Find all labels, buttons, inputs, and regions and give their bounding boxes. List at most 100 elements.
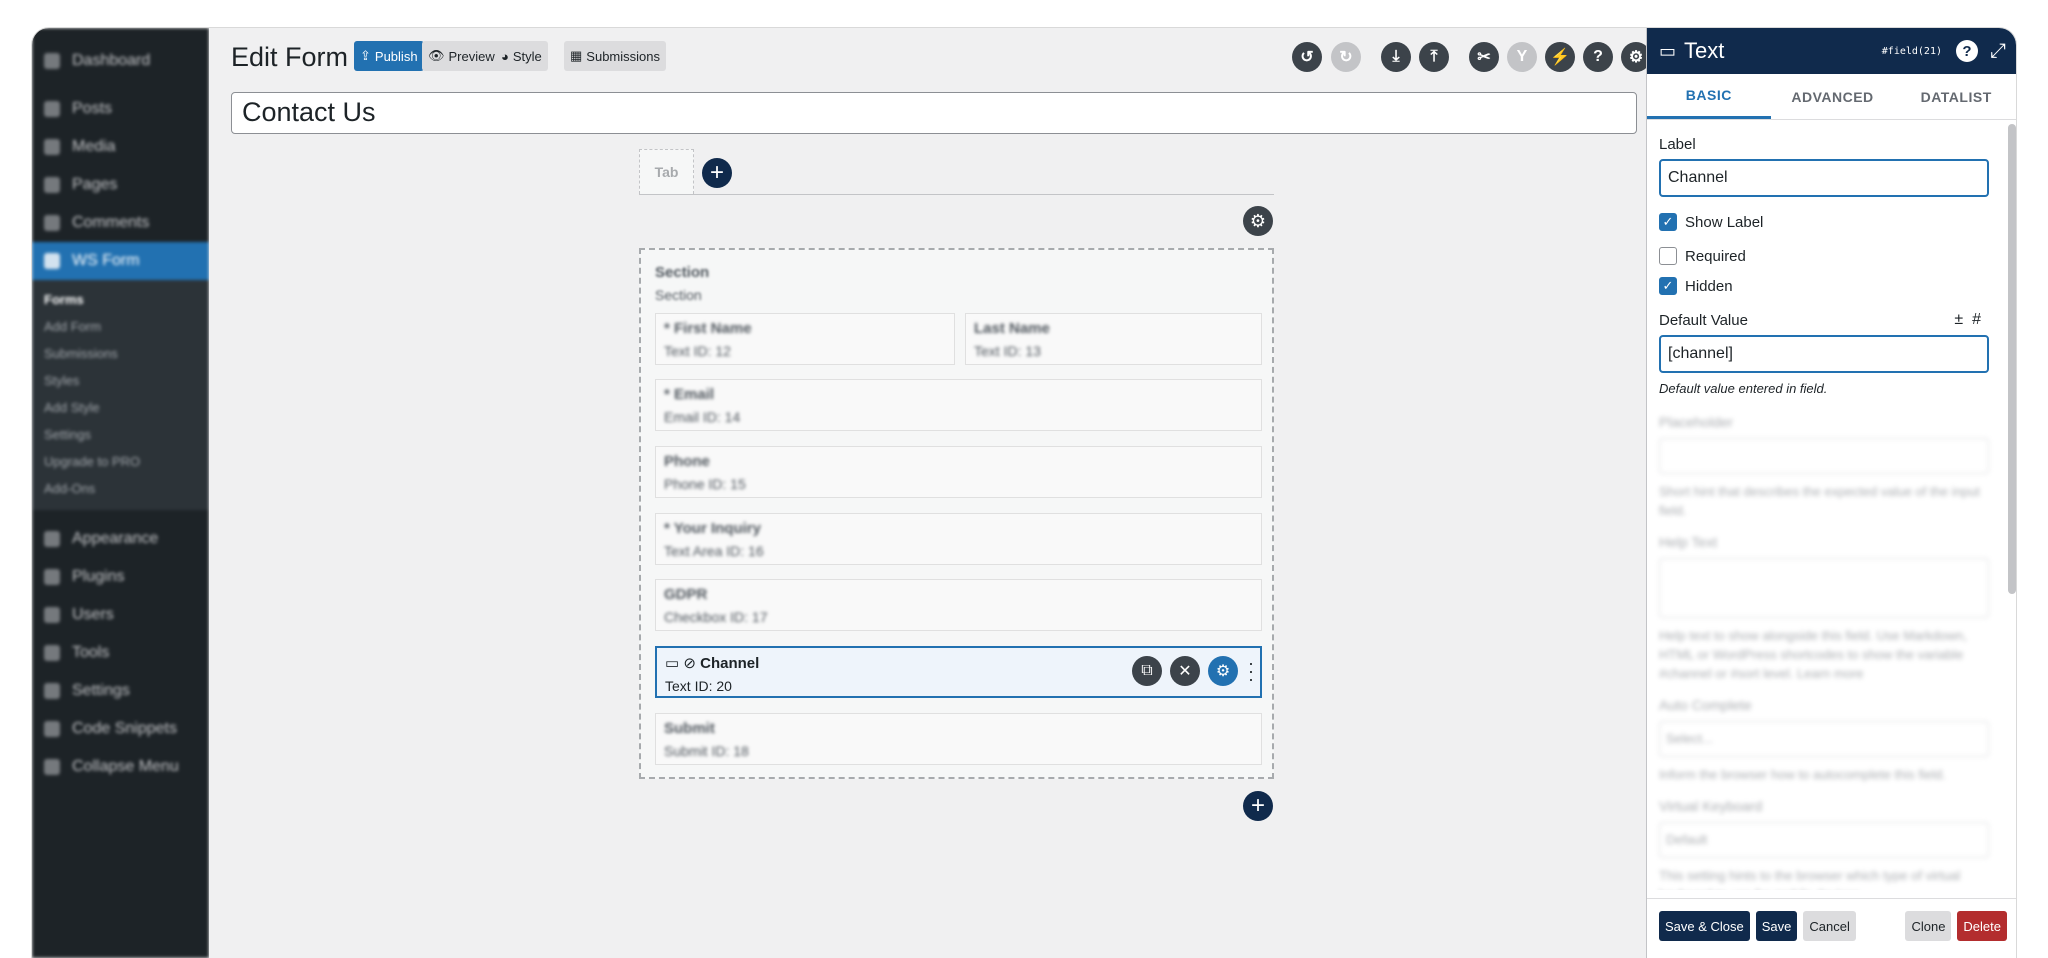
virtual-keyboard-select[interactable]: Default [1659, 822, 1989, 858]
section-settings-icon[interactable]: ⚙ [1243, 206, 1273, 236]
panel-footer: Save & Close Save Cancel Clone Delete [1647, 898, 2016, 958]
default-value-hint: Default value entered in field. [1659, 381, 1828, 396]
form-name-input[interactable]: Contact Us [231, 92, 1637, 134]
dashboard-icon [44, 53, 60, 69]
add-tab-icon[interactable]: + [702, 158, 732, 188]
menu-pages[interactable]: Pages [32, 166, 209, 204]
publish-icon: ⇪ [360, 48, 371, 63]
default-value-input[interactable]: [channel] [1659, 335, 1989, 373]
tab-basic[interactable]: BASIC [1647, 74, 1771, 119]
field-actions: ⧉ ✕ ⚙ · · · [1124, 654, 1254, 688]
field-submit[interactable]: Submit Submit ID: 18 [655, 713, 1262, 765]
submenu-submissions[interactable]: Submissions [32, 340, 209, 367]
calc-icon[interactable]: ± [1954, 311, 1963, 328]
submenu-add-form[interactable]: Add Form [32, 313, 209, 340]
drag-handle-icon[interactable]: · · · [1248, 654, 1254, 688]
label-caption: Label [1659, 136, 1696, 153]
field-settings-icon[interactable]: ⚙ [1208, 656, 1238, 686]
clone-button[interactable]: Clone [1905, 911, 1952, 941]
field-id-badge[interactable]: #field(21) [1882, 46, 1942, 57]
help-icon[interactable]: ? [1583, 42, 1613, 72]
merge-icon[interactable]: Y [1507, 42, 1537, 72]
autocomplete-select[interactable]: Select... [1659, 721, 1989, 757]
help-icon[interactable]: ? [1956, 40, 1978, 62]
panel-title: Text [1684, 38, 1725, 63]
save-button[interactable]: Save [1755, 911, 1798, 941]
browser-frame: Dashboard Posts Media Pages Comments WS … [31, 27, 2017, 958]
panel-scrollbar[interactable] [2008, 124, 2016, 594]
text-field-icon: ▭ [1659, 40, 1677, 61]
import-icon[interactable]: ⤒ [1419, 42, 1449, 72]
menu-appearance[interactable]: Appearance [32, 520, 209, 558]
field-gdpr[interactable]: GDPR Checkbox ID: 17 [655, 579, 1262, 631]
tools-icon[interactable]: ✂ [1469, 42, 1499, 72]
menu-code-snippets[interactable]: Code Snippets [32, 710, 209, 748]
menu-plugins[interactable]: Plugins [32, 558, 209, 596]
menu-media[interactable]: Media [32, 128, 209, 166]
tab-advanced[interactable]: ADVANCED [1771, 74, 1895, 119]
submenu-forms[interactable]: Forms [32, 286, 209, 313]
cancel-button[interactable]: Cancel [1803, 911, 1856, 941]
field-email[interactable]: * Email Email ID: 14 [655, 379, 1262, 431]
add-section-icon[interactable]: + [1243, 791, 1273, 821]
clone-field-icon[interactable]: ⧉ [1132, 656, 1162, 686]
save-close-button[interactable]: Save & Close [1659, 911, 1750, 941]
field-channel[interactable]: ▭ ⊘ Channel Text ID: 20 ⧉ ✕ ⚙ · · · [655, 646, 1262, 698]
style-button[interactable]: ◕ Style [495, 41, 548, 71]
field-first-name[interactable]: * First Name Text ID: 12 [655, 313, 955, 365]
wrench-icon [44, 645, 60, 661]
table-icon: ▦ [570, 48, 583, 63]
tab-datalist[interactable]: DATALIST [1894, 74, 2016, 119]
menu-settings[interactable]: Settings [32, 672, 209, 710]
ws-form-icon [44, 253, 60, 269]
palette-icon: ◕ [501, 48, 509, 64]
actions-icon[interactable]: ⚡ [1545, 42, 1575, 72]
panel-body: Label Channel ✓ Show Label Required ✓ Hidd… [1647, 120, 2009, 890]
comment-icon [44, 215, 60, 231]
help-text-input[interactable] [1659, 558, 1989, 618]
expand-icon[interactable]: ⤢ [1990, 40, 2006, 63]
menu-posts[interactable]: Posts [32, 90, 209, 128]
submenu-add-style[interactable]: Add Style [32, 394, 209, 421]
check-icon: ✓ [1659, 277, 1677, 295]
undo-icon[interactable]: ↺ [1292, 42, 1322, 72]
form-editor: Edit Form ⇪ Publish 👁 Preview ◕ Style ▦ Subm… [209, 28, 1651, 958]
placeholder-input[interactable] [1659, 438, 1989, 474]
eye-icon: 👁 [428, 48, 445, 63]
field-inquiry[interactable]: * Your Inquiry Text Area ID: 16 [655, 513, 1262, 565]
submenu-upgrade[interactable]: Upgrade to PRO [32, 448, 209, 475]
delete-field-icon[interactable]: ✕ [1170, 656, 1200, 686]
field-last-name[interactable]: Last Name Text ID: 13 [965, 313, 1262, 365]
menu-comments[interactable]: Comments [32, 204, 209, 242]
ws-form-submenu: Forms Add Form Submissions Styles Add St… [32, 280, 209, 510]
menu-dashboard[interactable]: Dashboard [32, 42, 209, 80]
code-icon [44, 721, 60, 737]
field-phone[interactable]: Phone Phone ID: 15 [655, 446, 1262, 498]
show-label-checkbox[interactable]: ✓ Show Label [1659, 213, 1997, 231]
submenu-settings[interactable]: Settings [32, 421, 209, 448]
redo-icon[interactable]: ↻ [1331, 42, 1361, 72]
checkbox-empty [1659, 247, 1677, 265]
required-checkbox[interactable]: Required [1659, 247, 1997, 265]
submissions-button[interactable]: ▦ Submissions [564, 41, 666, 71]
menu-collapse[interactable]: Collapse Menu [32, 748, 209, 786]
hidden-checkbox[interactable]: ✓ Hidden [1659, 277, 1997, 295]
delete-button[interactable]: Delete [1957, 911, 2007, 941]
hidden-eye-icon: ⊘ [683, 655, 696, 672]
menu-tools[interactable]: Tools [32, 634, 209, 672]
text-field-icon: ▭ [665, 655, 680, 672]
tab-main[interactable]: Tab [639, 149, 694, 194]
menu-ws-form[interactable]: WS Form [32, 242, 209, 280]
menu-users[interactable]: Users [32, 596, 209, 634]
submenu-add-ons[interactable]: Add-Ons [32, 475, 209, 502]
panel-tabs: BASIC ADVANCED DATALIST [1647, 74, 2016, 120]
preview-button[interactable]: 👁 Preview [422, 41, 501, 71]
panel-header: ▭ Text #field(21) ? ⤢ [1647, 28, 2016, 74]
publish-button[interactable]: ⇪ Publish [354, 41, 424, 71]
label-input[interactable]: Channel [1659, 159, 1989, 197]
tab-divider [639, 194, 1274, 195]
submenu-styles[interactable]: Styles [32, 367, 209, 394]
variable-hash-icon[interactable]: # [1972, 311, 1981, 328]
field-settings-panel: ▭ Text #field(21) ? ⤢ BASIC ADVANCED DAT… [1646, 28, 2016, 958]
download-icon[interactable]: ⤓ [1381, 42, 1411, 72]
